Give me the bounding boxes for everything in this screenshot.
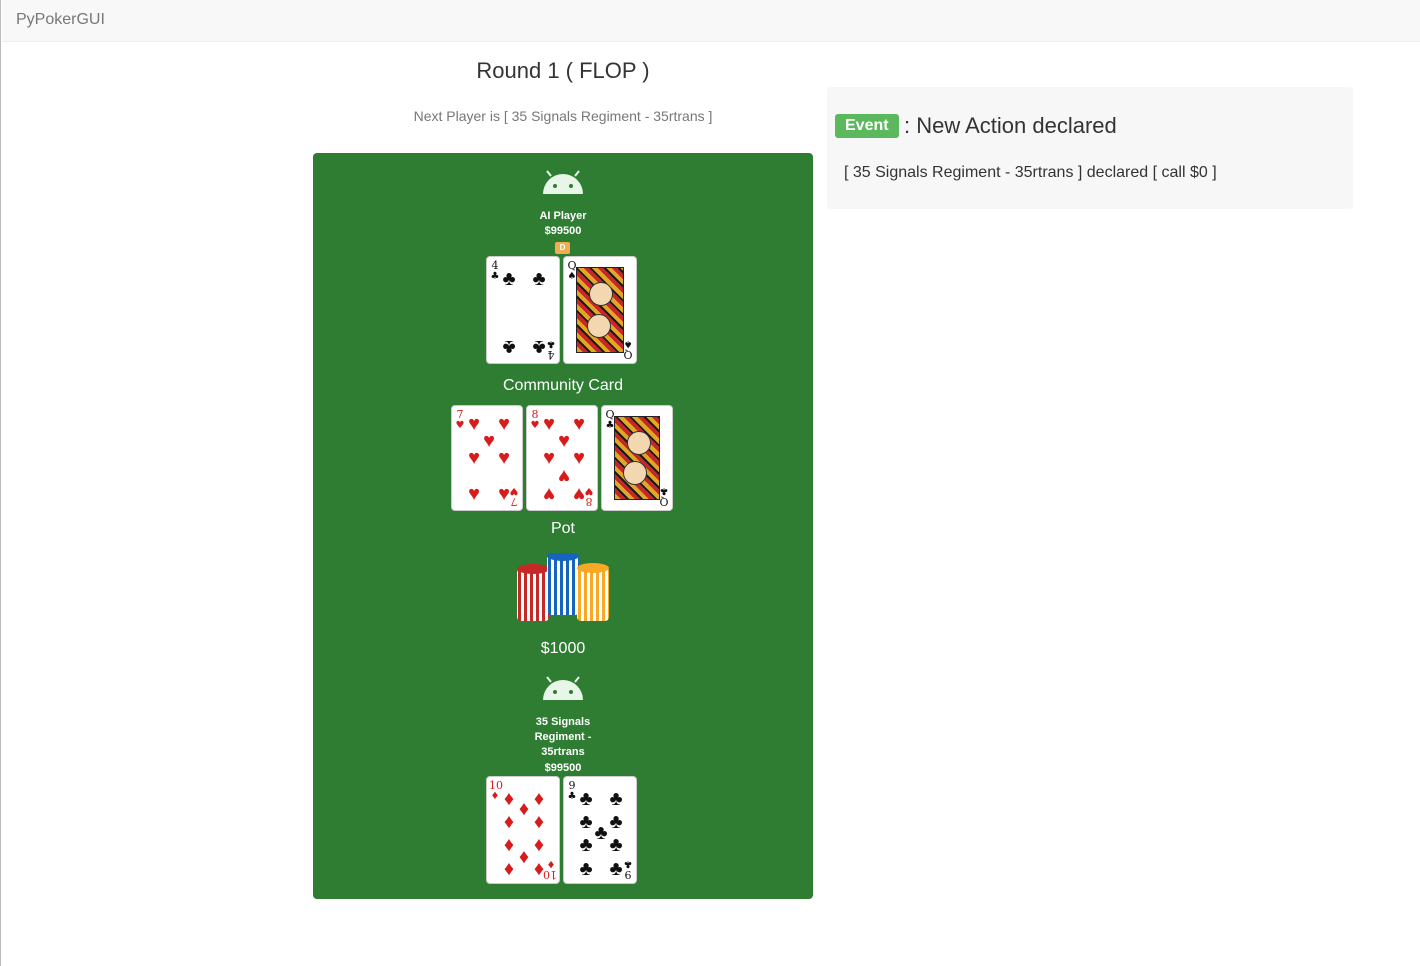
suit-pip-icon: ♣ [579, 834, 593, 856]
chip-stack-icon [517, 553, 609, 621]
suit-pip-icon: ♦ [533, 811, 545, 833]
card-index: Q ♠ [567, 259, 577, 282]
suit-pip-icon: ♣ [579, 788, 593, 810]
top-player-name: AI Player [539, 210, 587, 222]
pot-label: Pot [550, 520, 575, 537]
next-player-text: Next Player is [ 35 Signals Regiment - 3… [413, 108, 713, 124]
card-index: Q ♣ [659, 485, 669, 508]
suit-pip-icon: ♣ [502, 336, 516, 358]
card-index: 9 ♣ [623, 858, 633, 881]
top-player-card-2: Q ♠ Q ♠ [563, 256, 637, 364]
community-card-2: 8 ♥ ♥ ♥ ♥ ♥ ♥ ♥ ♥ ♥ 8 ♥ [526, 405, 598, 511]
bottom-player-card-2: 9 ♣ ♣ ♣ ♣ ♣ ♣ ♣ ♣ ♣ ♣ 9 ♣ [563, 776, 637, 884]
suit-pip-icon: ♥ [558, 465, 570, 487]
suit-pip-icon: ♥ [543, 483, 555, 505]
card-index: Q ♠ [623, 338, 633, 361]
android-icon [543, 676, 583, 700]
suit-pip-icon: ♣ [579, 858, 593, 880]
round-title: Round 1 ( FLOP ) [476, 58, 650, 83]
poker-table: AI Player $99500 D 4 ♣ ♣ ♣ ♣ ♣ 4 ♣ Q ♠ Q ♠ C… [313, 153, 813, 899]
pot-amount: $1000 [540, 640, 586, 657]
bottom-player-name-line-2: Regiment - [534, 731, 592, 743]
community-card-label: Community Card [502, 377, 624, 394]
suit-pip-icon: ♥ [573, 447, 585, 469]
card-index: 7 ♥ [509, 485, 519, 508]
suit-pip-icon: ♥ [468, 483, 480, 505]
suit-pip-icon: ♣ [609, 788, 623, 810]
community-card-3: Q ♣ Q ♣ [601, 405, 673, 511]
dealer-badge: D [555, 242, 570, 254]
suit-pip-icon: ♦ [503, 858, 515, 880]
bottom-player-name-line-3: 35rtrans [541, 746, 585, 758]
page: PyPokerGUI Round 1 ( FLOP ) Next Player … [0, 0, 1420, 966]
top-player-stack: $99500 [544, 225, 582, 237]
suit-pip-icon: ♥ [468, 447, 480, 469]
face-card-art [576, 267, 624, 353]
suit-pip-icon: ♦ [503, 811, 515, 833]
card-index: Q ♣ [605, 408, 615, 431]
bottom-player-card-1: 10 ♦ ♦ ♦ ♦ ♦ ♦ ♦ ♦ ♦ ♦ ♦ 10 ♦ [486, 776, 560, 884]
card-index: 4 ♣ [546, 338, 556, 361]
event-badge: Event [835, 114, 899, 138]
bottom-player-stack: $99500 [544, 762, 582, 774]
top-player-card-1: 4 ♣ ♣ ♣ ♣ ♣ 4 ♣ [486, 256, 560, 364]
suit-pip-icon: ♣ [532, 268, 546, 290]
suit-pip-icon: ♥ [543, 447, 555, 469]
bottom-player-name-line-1: 35 Signals [535, 716, 591, 728]
event-panel: Event : New Action declared [ 35 Signals… [827, 87, 1353, 209]
event-message: [ 35 Signals Regiment - 35rtrans ] decla… [844, 164, 1217, 181]
event-title: : New Action declared [904, 113, 1117, 138]
suit-pip-icon: ♣ [502, 268, 516, 290]
card-index: 10 ♦ [543, 858, 557, 881]
suit-pip-icon: ♣ [609, 834, 623, 856]
face-card-art [614, 416, 660, 500]
community-card-1: 7 ♥ ♥ ♥ ♥ ♥ ♥ ♥ ♥ 7 ♥ [451, 405, 523, 511]
suit-pip-icon: ♥ [498, 447, 510, 469]
android-icon [543, 170, 583, 194]
navbar: PyPokerGUI [2, 0, 1420, 42]
card-index: 8 ♥ [584, 485, 594, 508]
brand-link[interactable]: PyPokerGUI [16, 11, 105, 29]
